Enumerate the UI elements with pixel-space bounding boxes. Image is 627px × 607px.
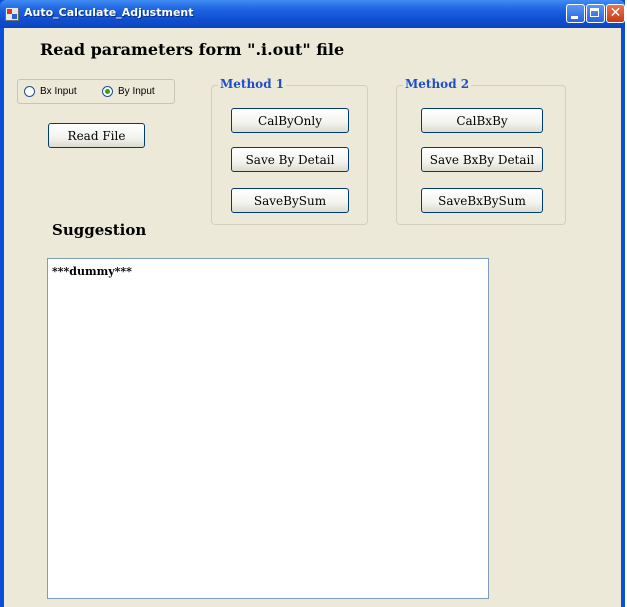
close-button[interactable]: ✕ [606,4,625,23]
calbxby-button[interactable]: CalBxBy [421,108,543,133]
maximize-icon [590,8,599,17]
calbyonly-button[interactable]: CalByOnly [231,108,349,133]
method2-title: Method 2 [403,77,472,91]
title-bar[interactable]: Auto_Calculate_Adjustment ✕ [0,0,625,28]
savebysum-button[interactable]: SaveBySum [231,188,349,213]
bx-input-label: Bx Input [40,86,77,97]
page-title: Read parameters form ".i.out" file [40,40,345,59]
save-by-detail-button[interactable]: Save By Detail [231,147,349,172]
app-window: Auto_Calculate_Adjustment ✕ Read paramet… [0,0,625,607]
minimize-button[interactable] [566,4,585,23]
maximize-button[interactable] [586,4,605,23]
savebxbysum-button[interactable]: SaveBxBySum [421,188,543,213]
bx-input-radio[interactable]: Bx Input [24,86,77,97]
close-icon: ✕ [609,5,622,21]
save-bxby-detail-button[interactable]: Save BxBy Detail [421,147,543,172]
by-input-label: By Input [118,86,155,97]
form-client-area: Read parameters form ".i.out" file Bx In… [4,28,621,607]
radio-checked-icon [102,86,113,97]
method1-title: Method 1 [218,77,287,91]
by-input-radio[interactable]: By Input [102,86,155,97]
suggestion-label: Suggestion [52,221,147,239]
minimize-icon [571,16,578,19]
read-file-button[interactable]: Read File [48,123,145,148]
app-icon[interactable] [5,7,19,21]
suggestion-textarea[interactable]: ***dummy*** [47,258,489,599]
radio-unchecked-icon [24,86,35,97]
window-title: Auto_Calculate_Adjustment [24,6,194,19]
input-mode-group: Bx Input By Input [17,79,175,104]
